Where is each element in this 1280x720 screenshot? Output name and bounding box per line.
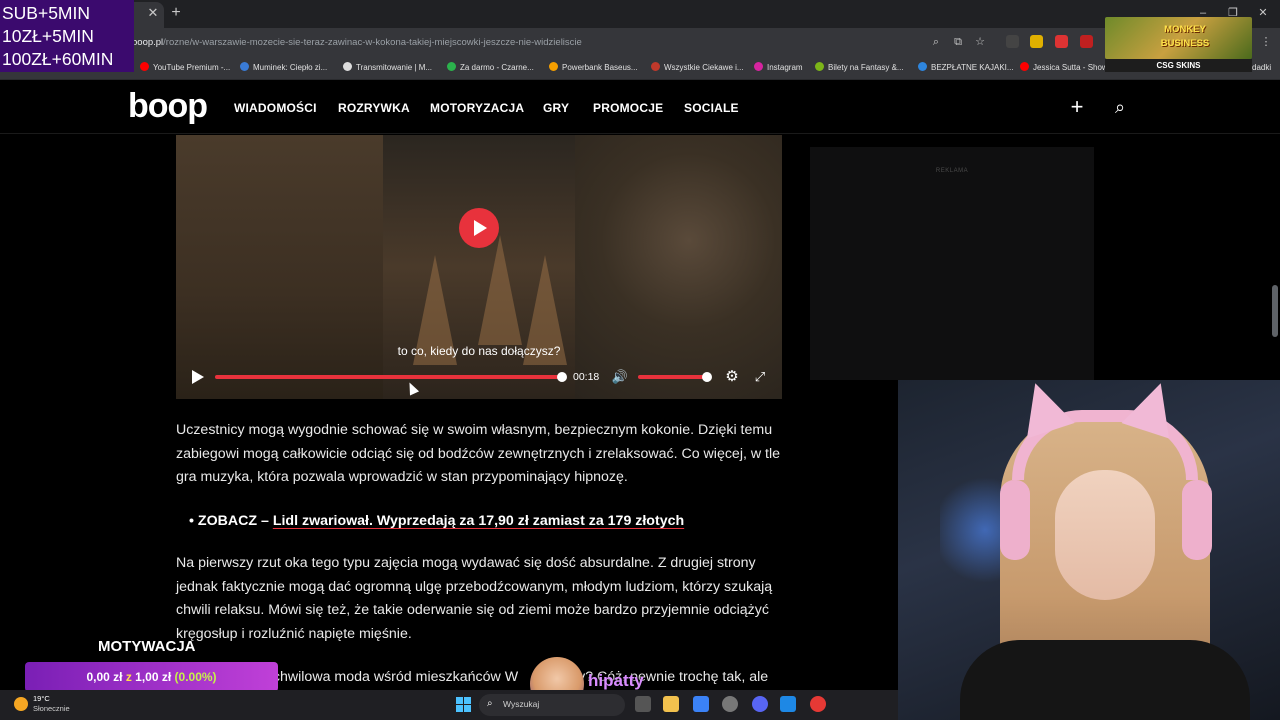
headphone-cup xyxy=(1182,480,1212,560)
gear-icon[interactable]: ⚙ xyxy=(724,369,740,385)
close-tab-icon[interactable]: ✕ xyxy=(146,5,160,21)
streamer-name: hipatty xyxy=(588,671,644,690)
nav-item-gry[interactable]: GRY xyxy=(543,100,569,116)
windows-start-icon[interactable] xyxy=(456,697,471,712)
url-path: /rozne/w-warszawie-mozecie-sie-teraz-zaw… xyxy=(163,37,582,48)
bookmark-item[interactable]: YouTube Premium -... xyxy=(140,60,230,76)
discord-icon[interactable] xyxy=(752,696,768,712)
webcam-face xyxy=(1055,470,1155,600)
video-time: 00:18 xyxy=(573,371,600,383)
page-scrollbar[interactable] xyxy=(1272,285,1278,337)
video-subtitle: to co, kiedy do nas dołączysz? xyxy=(397,344,561,358)
sub-rule: SUB+5MIN xyxy=(2,3,91,23)
ad-label: REKLAMA xyxy=(935,168,969,174)
youtube-icon xyxy=(1020,62,1029,71)
task-view-icon[interactable] xyxy=(635,696,651,712)
article-paragraph: Uczestnicy mogą wygodnie schować się w s… xyxy=(176,422,781,485)
headphone-cup xyxy=(1000,480,1030,560)
taskbar-search-placeholder: Wyszukaj xyxy=(503,699,540,709)
video-panel xyxy=(575,135,782,399)
sun-icon[interactable] xyxy=(14,697,28,711)
nav-item-promocje[interactable]: PROMOCJE xyxy=(593,100,663,116)
nav-item-rozrywka[interactable]: ROZRYWKA xyxy=(338,100,410,116)
goal-percent: (0.00%) xyxy=(174,670,217,684)
related-link-item: • ZOBACZ – Lidl zwariował. Wyprzedają za… xyxy=(189,513,685,529)
app-icon[interactable] xyxy=(722,696,738,712)
app-icon[interactable] xyxy=(780,696,796,712)
ad-box[interactable] xyxy=(810,147,1094,380)
menu-dots-icon[interactable]: ⋮ xyxy=(1258,34,1274,50)
close-window-icon[interactable]: ✕ xyxy=(1256,6,1270,20)
donation-goal-text: 0,00 zł z 1,00 zł (0.00%) xyxy=(25,668,278,686)
site-icon xyxy=(651,62,660,71)
site-icon xyxy=(447,62,456,71)
sub-rule: 100ZŁ+60MIN xyxy=(2,49,114,69)
goal-current: 0,00 zł xyxy=(86,670,123,684)
site-logo[interactable]: boop xyxy=(128,85,208,127)
nav-item-sociale[interactable]: SOCIALE xyxy=(684,100,739,116)
url-field[interactable]: boop.pl/rozne/w-warszawie-mozecie-sie-te… xyxy=(132,35,582,51)
site-icon xyxy=(918,62,927,71)
weather-temperature: 19°C xyxy=(33,694,50,703)
sub-rule: 10ZŁ+5MIN xyxy=(2,26,94,46)
bookmark-item[interactable]: Za darmo - Czarne... xyxy=(447,60,534,76)
bookmark-item[interactable]: Powerbank Baseus... xyxy=(549,60,638,76)
sponsor-label: CSG SKINS xyxy=(1105,59,1252,72)
play-overlay-button[interactable] xyxy=(459,208,499,248)
site-icon xyxy=(240,62,249,71)
extension-icon[interactable] xyxy=(1030,35,1043,48)
new-tab-button[interactable]: + xyxy=(168,4,184,22)
article-paragraph: Na pierwszy rzut oka tego typu zajęcia m… xyxy=(176,555,773,642)
webcam-shirt xyxy=(960,640,1250,720)
extension-icon[interactable] xyxy=(1055,35,1068,48)
nav-item-motoryzacja[interactable]: MOTORYZACJA xyxy=(430,100,524,116)
extension-icon[interactable] xyxy=(1080,35,1093,48)
search-icon[interactable]: ⌕ xyxy=(1110,97,1130,117)
bookmark-item[interactable]: Instagram xyxy=(754,60,803,76)
video-panel xyxy=(176,135,383,399)
extension-icon[interactable] xyxy=(1006,35,1019,48)
bookmark-item[interactable]: Transmitowanie | M... xyxy=(343,60,432,76)
bookmark-item[interactable]: Jessica Sutta - Show xyxy=(1020,60,1108,76)
bookmark-item[interactable]: Muminek: Ciepło zi... xyxy=(240,60,327,76)
hammock-shape xyxy=(478,235,522,345)
plus-icon[interactable]: + xyxy=(1067,96,1087,118)
volume-slider[interactable] xyxy=(638,375,710,379)
seek-handle[interactable] xyxy=(557,372,567,382)
url-domain: boop.pl xyxy=(132,37,164,48)
site-icon xyxy=(343,62,352,71)
goal-of: z xyxy=(125,670,132,684)
bookmark-item[interactable]: Wszystkie Ciekawe i... xyxy=(651,60,744,76)
chrome-icon[interactable] xyxy=(810,696,826,712)
nav-item-wiadomosci[interactable]: WIADOMOŚCI xyxy=(234,100,317,116)
article-paragraph-partial: kolejna chwilowa moda wśród mieszkańców … xyxy=(224,666,784,688)
site-icon xyxy=(549,62,558,71)
volume-handle[interactable] xyxy=(702,372,712,382)
sponsor-banner-text: MONKEY BUSINESS xyxy=(1160,24,1210,49)
fullscreen-icon[interactable]: ⤢ xyxy=(752,369,768,385)
cast-icon[interactable]: ⧉ xyxy=(950,34,966,50)
taskbar-search-box[interactable] xyxy=(479,694,625,716)
related-article-link[interactable]: Lidl zwariował. Wyprzedają za 17,90 zł z… xyxy=(273,513,684,529)
file-explorer-icon[interactable] xyxy=(663,696,679,712)
bookmark-item[interactable]: BEZPŁATNE KAJAKI... xyxy=(918,60,1014,76)
goal-title: MOTYWACJA xyxy=(98,638,196,655)
youtube-icon xyxy=(140,62,149,71)
goal-target: 1,00 zł xyxy=(135,670,172,684)
seek-bar[interactable] xyxy=(215,375,563,379)
store-icon[interactable] xyxy=(693,696,709,712)
instagram-icon xyxy=(754,62,763,71)
search-icon: ⌕ xyxy=(487,698,493,709)
bullet-prefix: ZOBACZ – xyxy=(197,513,273,529)
site-icon xyxy=(815,62,824,71)
volume-icon[interactable]: 🔊 xyxy=(611,369,629,385)
play-button[interactable] xyxy=(190,369,204,385)
weather-description: Słonecznie xyxy=(33,704,70,713)
bookmark-item[interactable]: dadki xyxy=(1252,60,1271,76)
bookmark-item[interactable]: Bilety na Fantasy &... xyxy=(815,60,904,76)
browser-tab-bar xyxy=(0,0,1280,28)
zoom-icon[interactable]: ⌕ xyxy=(928,34,944,50)
bookmark-star-icon[interactable]: ☆ xyxy=(972,34,988,50)
